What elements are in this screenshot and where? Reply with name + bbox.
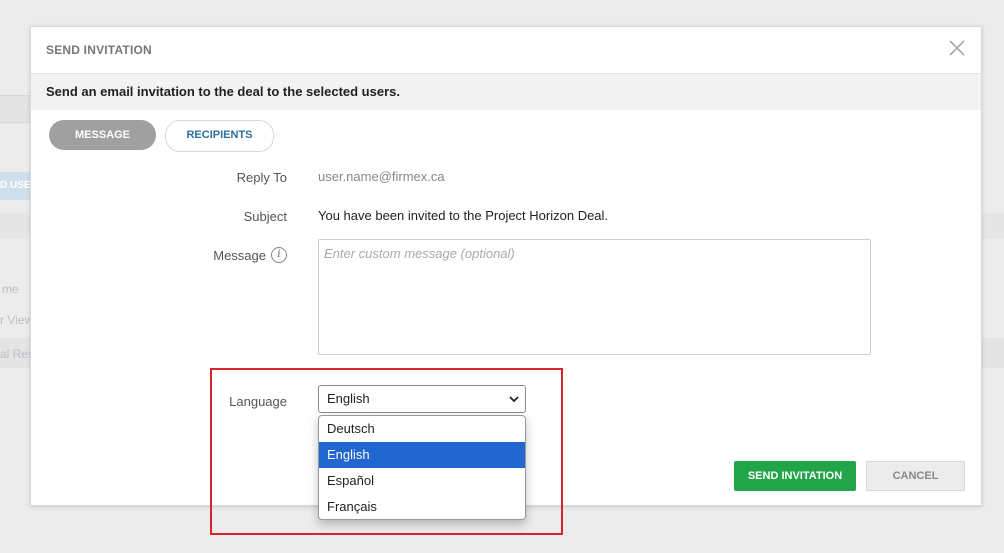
language-label: Language <box>229 394 287 409</box>
subject-label: Subject <box>243 209 287 224</box>
send-invitation-button[interactable]: SEND INVITATION <box>734 461 856 491</box>
background-row-right <box>980 338 1004 368</box>
tab-message[interactable]: MESSAGE <box>49 120 156 150</box>
background-toolbar-right <box>980 213 1004 239</box>
language-option-english[interactable]: English <box>319 442 525 468</box>
notice-bar: Send an email invitation to the deal to … <box>31 74 981 110</box>
background-nav-item: al Res <box>0 347 35 361</box>
language-selected-value: English <box>327 391 370 406</box>
info-icon[interactable]: i <box>271 247 287 263</box>
language-option-francais[interactable]: Français <box>319 494 525 519</box>
reply-to-label: Reply To <box>236 170 287 185</box>
background-nav-item: me <box>2 282 19 296</box>
close-icon[interactable] <box>947 38 967 58</box>
language-option-deutsch[interactable]: Deutsch <box>319 416 525 442</box>
language-option-espanol[interactable]: Español <box>319 468 525 494</box>
background-add-user-button: D USE <box>0 172 30 200</box>
send-invitation-dialog: SEND INVITATION Send an email invitation… <box>30 26 982 520</box>
reply-to-value: user.name@firmex.ca <box>318 169 445 184</box>
message-textarea[interactable] <box>318 239 871 355</box>
background-nav-item: r View <box>0 313 34 327</box>
dialog-title: SEND INVITATION <box>46 43 152 57</box>
background-tab <box>0 95 30 123</box>
chevron-down-icon <box>509 396 519 403</box>
language-select[interactable]: English <box>318 385 526 413</box>
subject-value: You have been invited to the Project Hor… <box>318 208 609 223</box>
background-toolbar <box>0 213 30 239</box>
tab-recipients[interactable]: RECIPIENTS <box>165 120 274 152</box>
message-label: Message <box>213 248 266 263</box>
dialog-header: SEND INVITATION <box>31 27 981 74</box>
notice-text: Send an email invitation to the deal to … <box>46 84 400 99</box>
language-dropdown: Deutsch English Español Français <box>318 415 526 520</box>
cancel-button[interactable]: CANCEL <box>866 461 965 491</box>
